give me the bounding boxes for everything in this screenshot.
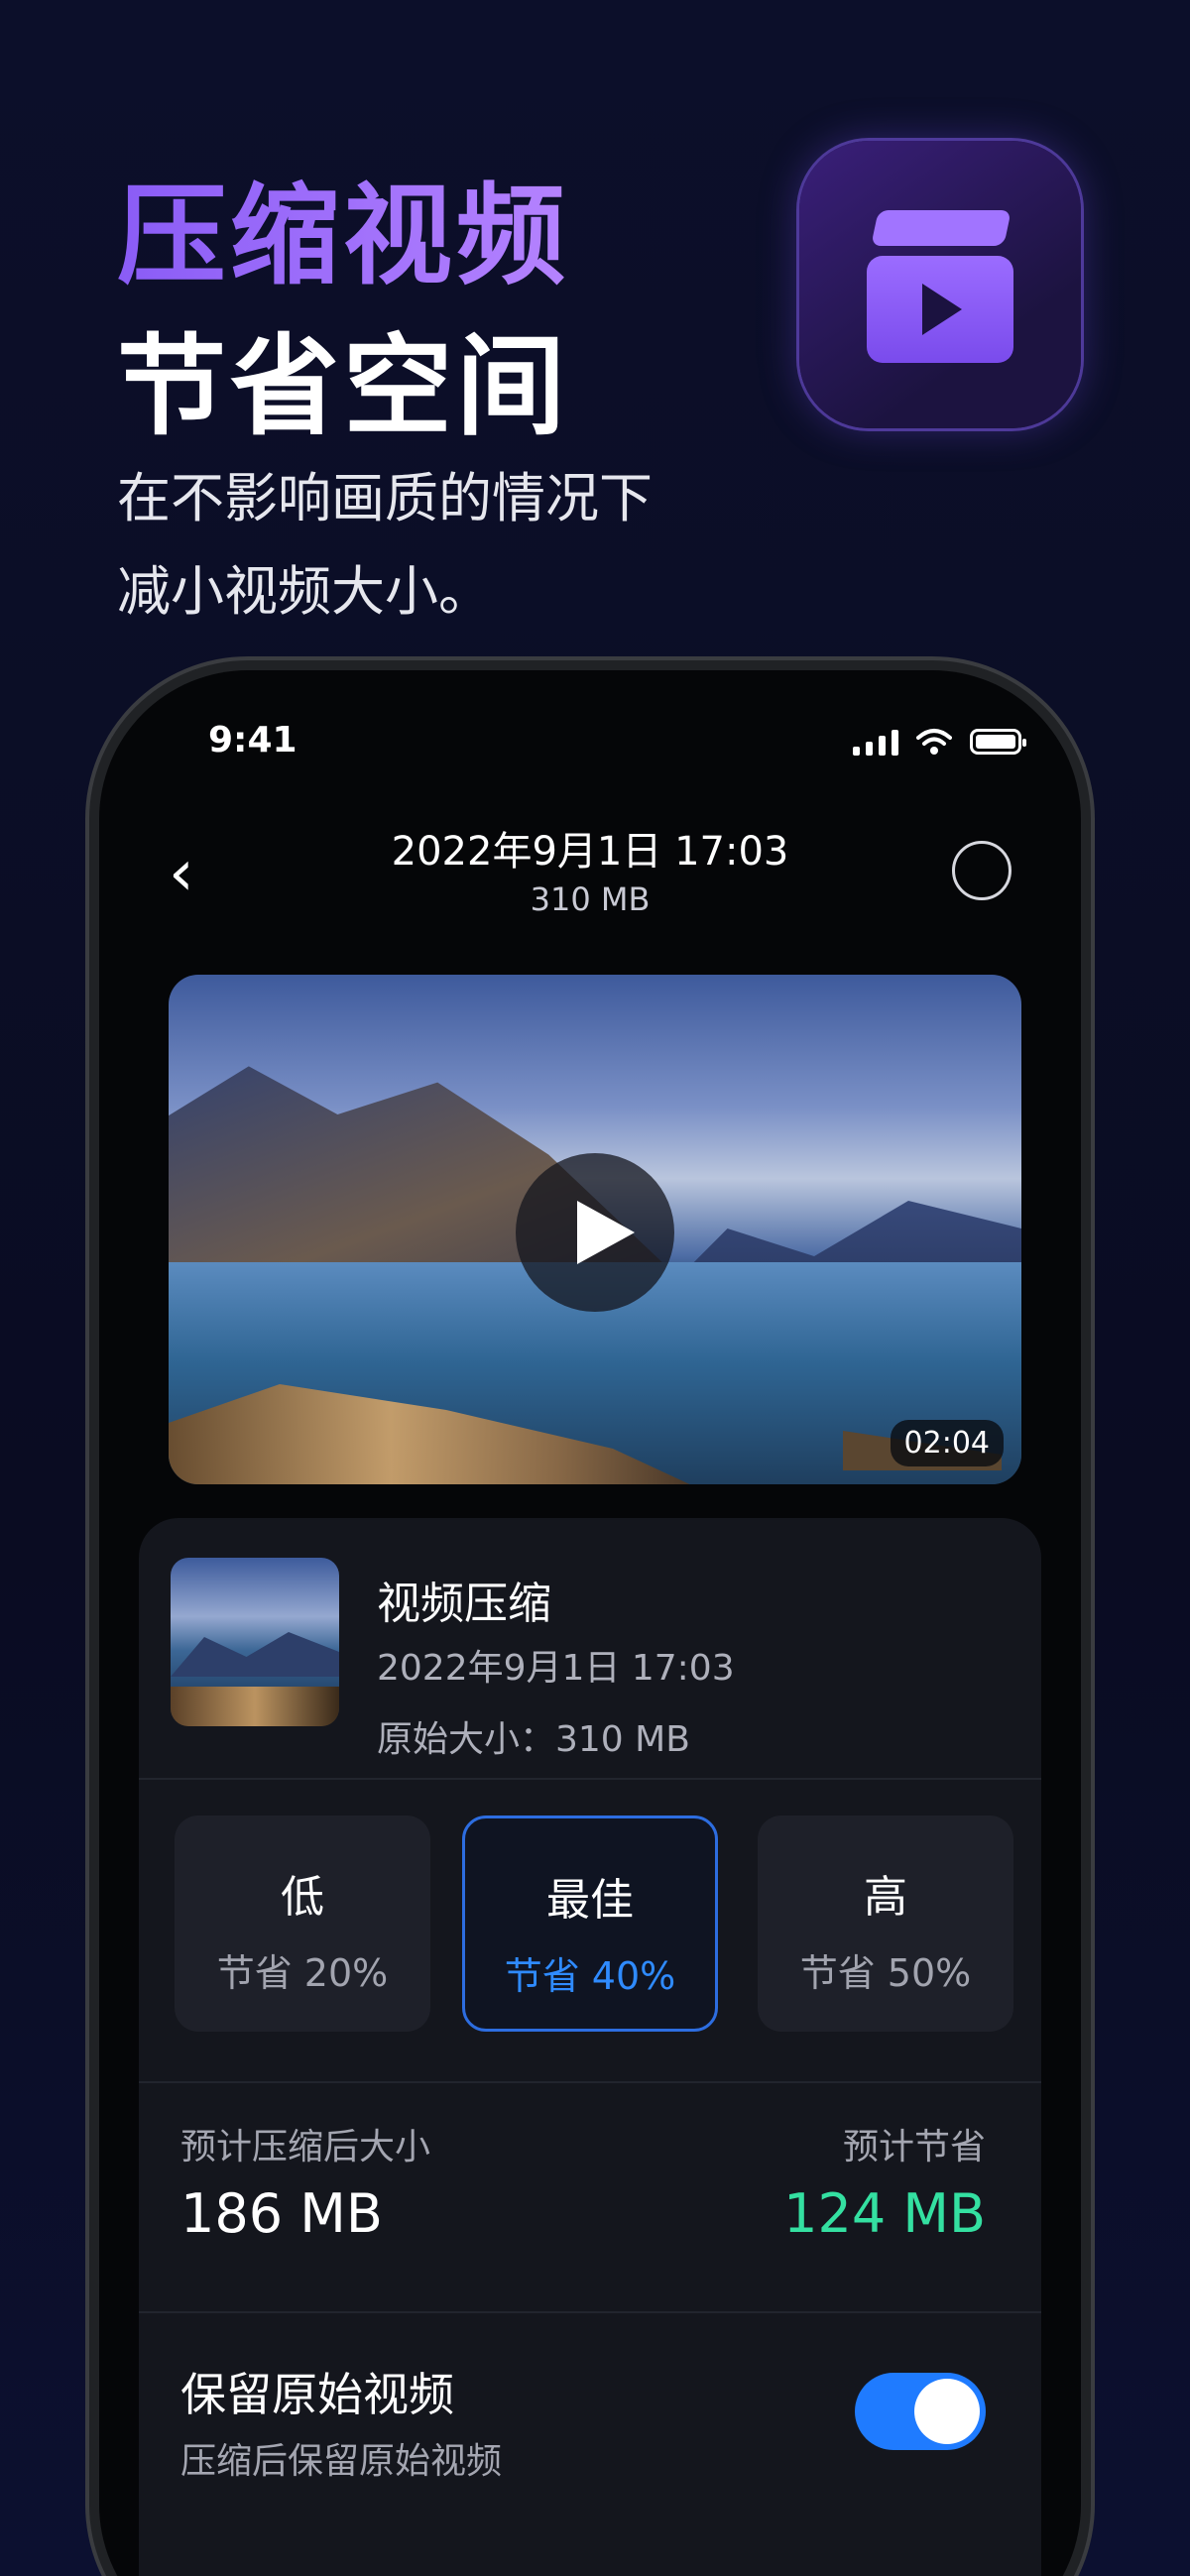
estimated-saving-value: 124 MB: [783, 2182, 986, 2245]
play-button[interactable]: [516, 1153, 674, 1312]
hero-subtitle: 在不影响画质的情况下 减小视频大小。: [117, 452, 752, 639]
info-original-size: 原始大小：310 MB: [377, 1719, 690, 1760]
option-high-label: 高: [864, 1872, 907, 1923]
option-low-saving: 节省 20%: [216, 1951, 389, 1995]
quality-options: 低 节省 20% 最佳 节省 40% 高 节省 50%: [175, 1815, 1013, 2034]
screenshot-frame: 压缩视频 节省空间 在不影响画质的情况下 减小视频大小。 9:41 ‹ 2022…: [0, 0, 1190, 2576]
battery-icon: [970, 729, 1026, 755]
divider: [139, 1778, 1041, 1780]
compression-card: 视频压缩 2022年9月1日 17:03 原始大小：310 MB 低 节省 20…: [139, 1518, 1041, 2576]
option-best[interactable]: 最佳 节省 40%: [462, 1815, 718, 2032]
keep-original-toggle[interactable]: [855, 2373, 986, 2450]
clapperboard-top-icon: [871, 210, 1012, 246]
select-circle-button[interactable]: [952, 841, 1012, 900]
option-high[interactable]: 高 节省 50%: [758, 1815, 1013, 2032]
clapperboard-play-icon: [867, 256, 1013, 363]
hero-subtitle-line-2: 减小视频大小。: [117, 560, 492, 623]
option-best-label: 最佳: [546, 1875, 634, 1926]
divider: [139, 2081, 1041, 2083]
wifi-icon: [916, 728, 952, 756]
option-best-saving: 节省 40%: [504, 1954, 676, 1998]
video-preview[interactable]: 02:04: [169, 975, 1021, 1484]
nav-subtitle: 310 MB: [530, 880, 651, 918]
option-high-saving: 节省 50%: [799, 1951, 972, 1995]
app-logo-icon: [799, 141, 1081, 428]
nav-title: 2022年9月1日 17:03: [391, 829, 789, 875]
toggle-knob: [914, 2379, 980, 2444]
signal-icon: [853, 728, 898, 756]
info-title: 视频压缩: [377, 1579, 551, 1629]
hero-title: 压缩视频: [117, 147, 569, 305]
estimated-size-label: 预计压缩后大小: [180, 2127, 431, 2167]
estimated-saving-label: 预计节省: [842, 2127, 986, 2167]
hero-subtitle-line-1: 在不影响画质的情况下: [117, 467, 653, 529]
phone-mockup: 9:41 ‹ 2022年9月1日 17:03 310 MB 02:04 视频压缩…: [99, 670, 1081, 2576]
status-icons: [853, 728, 1026, 756]
keep-original-title: 保留原始视频: [180, 2368, 454, 2421]
status-time: 9:41: [208, 720, 298, 761]
info-date: 2022年9月1日 17:03: [377, 1648, 735, 1689]
video-duration: 02:04: [890, 1420, 1004, 1466]
video-thumbnail: [171, 1558, 339, 1726]
option-low-label: 低: [281, 1872, 324, 1923]
keep-original-subtitle: 压缩后保留原始视频: [180, 2441, 503, 2482]
estimated-size-value: 186 MB: [180, 2182, 383, 2245]
divider: [139, 2311, 1041, 2313]
option-low[interactable]: 低 节省 20%: [175, 1815, 430, 2032]
hero-title-secondary: 节省空间: [117, 323, 569, 450]
